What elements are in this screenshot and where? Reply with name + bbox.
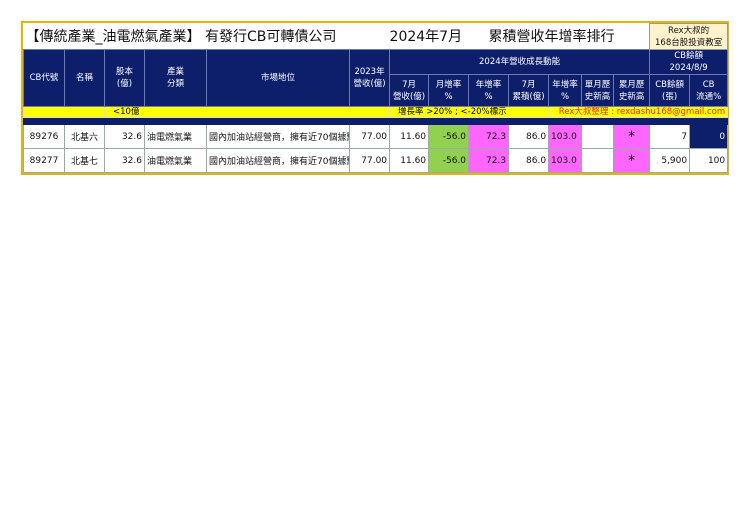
- hdr-m-rev: 7月 營收(億): [389, 74, 430, 107]
- hdr-cum-yoy: 年增率%: [548, 74, 583, 107]
- cell-hi-c: *: [613, 124, 651, 149]
- hdr-cb-bal: CB餘額 (張): [649, 74, 691, 107]
- cell-rev2023: 77.00: [348, 124, 391, 149]
- cell-cum-yoy: 103.0: [548, 124, 583, 149]
- table-row: 89277 北基七 32.6 油電燃氣業 國內加油站經營商，擁有近70個據點 77.00 1…: [23, 148, 729, 173]
- cell-market: 國內加油站經營商，擁有近70個據點: [206, 124, 350, 149]
- hdr-capital: 股本 (億): [104, 49, 145, 107]
- note-credit: Rex大叔整理 : rexdashu168@gmail.com: [548, 106, 729, 118]
- cell-code: 89277: [23, 148, 65, 173]
- title-left: 【傳統產業_油電燃氣產業】 有發行CB可轉債公司: [25, 29, 337, 46]
- cell-rev2023: 77.00: [348, 148, 391, 173]
- cell-cb-float: 100: [689, 148, 729, 173]
- cell-cum: 86.0: [508, 148, 550, 173]
- cell-code: 89276: [23, 124, 65, 149]
- hdr-cb-float: CB 流通%: [689, 74, 729, 107]
- cell-cb-bal: 5,900: [649, 148, 691, 173]
- cell-industry: 油電燃氣業: [144, 148, 207, 173]
- cell-hi-c: *: [613, 148, 651, 173]
- cell-capital: 32.6: [104, 124, 145, 149]
- cell-m-rev: 11.60: [389, 124, 430, 149]
- title-right: 累積營收年增率排行: [488, 29, 615, 46]
- cell-hi-m: [581, 124, 615, 149]
- cell-yoy: 72.3: [468, 148, 510, 173]
- cb-table: 【傳統產業_油電燃氣產業】 有發行CB可轉債公司 2024年7月 累積營收年增率…: [22, 23, 729, 173]
- report-sheet: 【傳統產業_油電燃氣產業】 有發行CB可轉債公司 2024年7月 累積營收年增率…: [21, 21, 729, 175]
- cell-cb-bal: 7: [649, 124, 691, 149]
- hdr-hi-m: 單月歷 史新高: [581, 74, 615, 107]
- hdr-hi-c: 累月歷 史新高: [613, 74, 651, 107]
- title-month: 2024年7月: [389, 29, 463, 46]
- cell-market: 國內加油站經營商，擁有近70個據點: [206, 148, 350, 173]
- hdr-mom: 月增率%: [428, 74, 470, 107]
- cell-cum-yoy: 103.0: [548, 148, 583, 173]
- cell-name: 北基七: [64, 148, 105, 173]
- hdr-name: 名稱: [64, 49, 105, 107]
- hdr-group: 2024年營收成長動能: [389, 49, 651, 75]
- note-cap: <10億: [103, 106, 391, 118]
- hdr-cb-group: CB餘額 2024/8/9: [649, 49, 729, 75]
- cell-mom: -56.0: [428, 148, 470, 173]
- brand-box: Rex大叔的 168台股投資教室: [649, 23, 729, 50]
- cell-mom: -56.0: [428, 124, 470, 149]
- hdr-industry: 產業 分類: [144, 49, 207, 107]
- cell-industry: 油電燃氣業: [144, 124, 207, 149]
- cell-m-rev: 11.60: [389, 148, 430, 173]
- cell-name: 北基六: [64, 124, 105, 149]
- hdr-yoy: 年增率%: [468, 74, 510, 107]
- table-row: 89276 北基六 32.6 油電燃氣業 國內加油站經營商，擁有近70個據點 77.00 1…: [23, 124, 729, 149]
- cell-hi-m: [581, 148, 615, 173]
- hdr-cum: 7月 累積(億): [508, 74, 550, 107]
- note-rule: 增長率 >20% ; <-20%標示: [389, 106, 550, 118]
- hdr-rev2023: 2023年 營收(億): [348, 49, 391, 107]
- cell-yoy: 72.3: [468, 124, 510, 149]
- hdr-code: CB代號: [23, 49, 65, 107]
- cell-capital: 32.6: [104, 148, 145, 173]
- cell-cum: 86.0: [508, 124, 550, 149]
- cell-cb-float: 0: [689, 124, 729, 149]
- hdr-market: 市場地位: [206, 49, 350, 107]
